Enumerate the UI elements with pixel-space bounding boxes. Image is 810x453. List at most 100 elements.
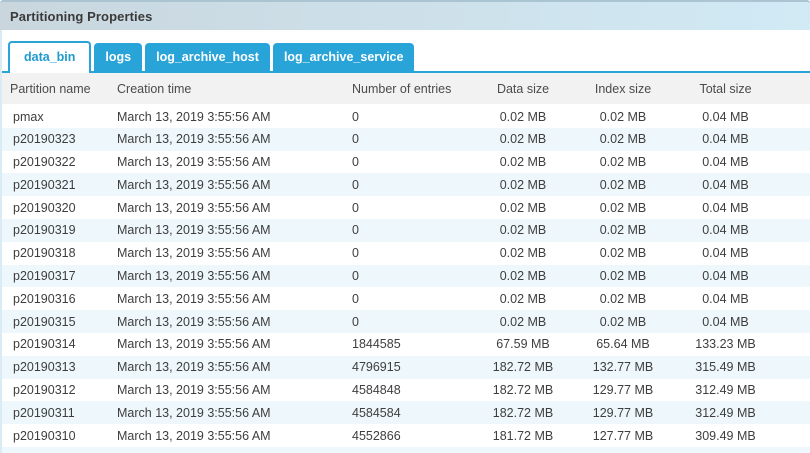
table-cell: 133.23 MB [667, 333, 785, 356]
table-cell: p20190310 [2, 424, 107, 447]
table-cell [667, 447, 785, 453]
tab-label: log_archive_service [284, 50, 404, 64]
table-cell-filler [785, 356, 810, 379]
table-row: p20190317March 13, 2019 3:55:56 AM00.02 … [2, 265, 810, 288]
table-row: p20190313March 13, 2019 3:55:56 AM479691… [2, 356, 810, 379]
table-cell: 0.02 MB [467, 287, 580, 310]
table-cell: 0.04 MB [667, 173, 785, 196]
table-cell: 67.59 MB [467, 333, 580, 356]
table-cell: 0.02 MB [580, 173, 667, 196]
table-cell: 0.02 MB [580, 242, 667, 265]
table-row: p20190320March 13, 2019 3:55:56 AM00.02 … [2, 196, 810, 219]
tab-logs[interactable]: logs [94, 43, 142, 71]
table-cell: 0.04 MB [667, 151, 785, 174]
table-cell: 0.04 MB [667, 128, 785, 151]
table-cell: 0.02 MB [580, 151, 667, 174]
table-cell: 0.02 MB [580, 196, 667, 219]
column-header: Partition name [2, 73, 107, 105]
tab-strip: data_bin logs log_archive_host log_archive_… [2, 30, 810, 73]
table-cell: 181.72 MB [467, 424, 580, 447]
table-cell: March 13, 2019 3:55:56 AM [107, 128, 342, 151]
table-row: p20190321March 13, 2019 3:55:56 AM00.02 … [2, 173, 810, 196]
table-cell-filler [785, 424, 810, 447]
table-cell: 0 [342, 105, 467, 128]
tab-log_archive_service[interactable]: log_archive_service [273, 43, 415, 71]
table-cell: 182.72 MB [467, 379, 580, 402]
table-cell: 0.02 MB [580, 265, 667, 288]
table-row: p20190311March 13, 2019 3:55:56 AM458458… [2, 401, 810, 424]
table-cell: 0.02 MB [467, 265, 580, 288]
table-row: p20190312March 13, 2019 3:55:56 AM458484… [2, 379, 810, 402]
table-cell: March 13, 2019 3:55:56 AM [107, 356, 342, 379]
table-cell: March 13, 2019 3:55:56 AM [107, 310, 342, 333]
table-body: pmaxMarch 13, 2019 3:55:56 AM00.02 MB0.0… [2, 105, 810, 453]
table-row: p20190319March 13, 2019 3:55:56 AM00.02 … [2, 219, 810, 242]
table-cell: 0 [342, 151, 467, 174]
column-header: Data size [467, 73, 580, 105]
table-cell [107, 447, 342, 453]
table-cell: 0.02 MB [467, 242, 580, 265]
table-row: p20190310March 13, 2019 3:55:56 AM455286… [2, 424, 810, 447]
column-header: Number of entries [342, 73, 467, 105]
tab-data_bin[interactable]: data_bin [8, 41, 91, 73]
table-cell: 0.02 MB [580, 219, 667, 242]
table-cell [580, 447, 667, 453]
table-cell: 315.49 MB [667, 356, 785, 379]
table-cell: 0.02 MB [580, 287, 667, 310]
table-cell-filler [785, 287, 810, 310]
table-row-partial [2, 447, 810, 453]
table-row: p20190316March 13, 2019 3:55:56 AM00.02 … [2, 287, 810, 310]
table-cell: 65.64 MB [580, 333, 667, 356]
table-cell: March 13, 2019 3:55:56 AM [107, 105, 342, 128]
table-cell: 0.02 MB [467, 151, 580, 174]
table-cell-filler [785, 401, 810, 424]
table-cell: 0.04 MB [667, 287, 785, 310]
tab-label: data_bin [24, 50, 75, 64]
table-cell-filler [785, 379, 810, 402]
table-cell: p20190321 [2, 173, 107, 196]
table-cell: p20190318 [2, 242, 107, 265]
table-cell: 309.49 MB [667, 424, 785, 447]
table-cell-filler [785, 173, 810, 196]
table-cell: 4584848 [342, 379, 467, 402]
table-cell: 0.04 MB [667, 265, 785, 288]
table-cell: March 13, 2019 3:55:56 AM [107, 379, 342, 402]
tab-label: log_archive_host [156, 50, 259, 64]
table-cell: p20190312 [2, 379, 107, 402]
partitions-table: Partition nameCreation timeNumber of ent… [2, 73, 810, 453]
table-cell: March 13, 2019 3:55:56 AM [107, 196, 342, 219]
table-row: p20190315March 13, 2019 3:55:56 AM00.02 … [2, 310, 810, 333]
table-cell: March 13, 2019 3:55:56 AM [107, 151, 342, 174]
table-row: pmaxMarch 13, 2019 3:55:56 AM00.02 MB0.0… [2, 105, 810, 128]
table-cell: 127.77 MB [580, 424, 667, 447]
table-row: p20190314March 13, 2019 3:55:56 AM184458… [2, 333, 810, 356]
table-cell: March 13, 2019 3:55:56 AM [107, 401, 342, 424]
column-header: Creation time [107, 73, 342, 105]
table-cell [342, 447, 467, 453]
table-cell: 0 [342, 310, 467, 333]
table-cell: 312.49 MB [667, 401, 785, 424]
table-cell-filler [785, 105, 810, 128]
table-cell-filler [785, 265, 810, 288]
table-cell [785, 447, 810, 453]
table-row: p20190318March 13, 2019 3:55:56 AM00.02 … [2, 242, 810, 265]
table-cell: p20190319 [2, 219, 107, 242]
table-cell-filler [785, 196, 810, 219]
table-cell: 0.02 MB [467, 219, 580, 242]
table-cell: 0 [342, 242, 467, 265]
table-cell: 182.72 MB [467, 356, 580, 379]
column-header-filler [785, 73, 810, 105]
tab-log_archive_host[interactable]: log_archive_host [145, 43, 270, 71]
table-cell: March 13, 2019 3:55:56 AM [107, 265, 342, 288]
table-cell: 0.02 MB [467, 173, 580, 196]
panel-titlebar: Partitioning Properties [0, 0, 810, 30]
table-cell: 0.04 MB [667, 105, 785, 128]
panel-content: data_bin logs log_archive_host log_archive_… [0, 30, 810, 453]
table-cell: p20190316 [2, 287, 107, 310]
table-cell-filler [785, 333, 810, 356]
table-cell: March 13, 2019 3:55:56 AM [107, 424, 342, 447]
table-cell: p20190311 [2, 401, 107, 424]
column-header: Index size [580, 73, 667, 105]
table-cell: 129.77 MB [580, 379, 667, 402]
table-cell: 0.04 MB [667, 242, 785, 265]
